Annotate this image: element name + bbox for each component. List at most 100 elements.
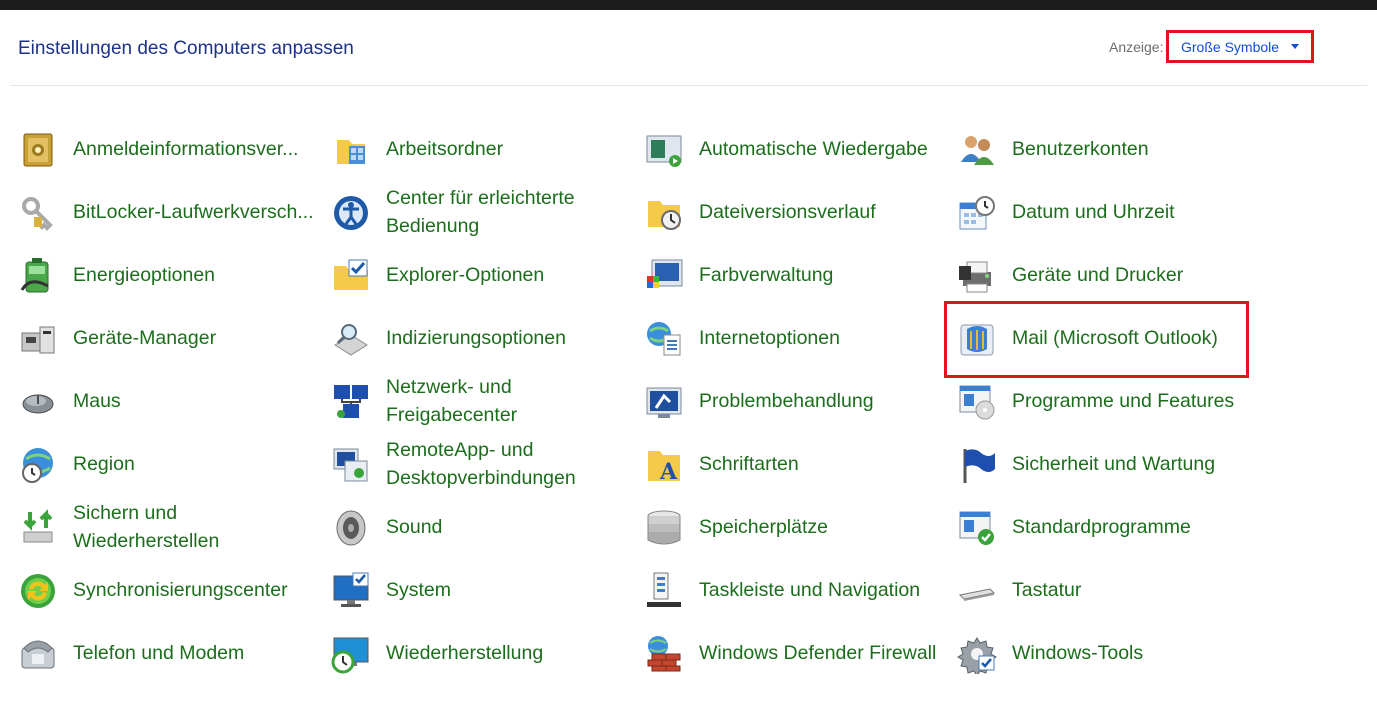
firewall-icon[interactable] (644, 634, 684, 674)
view-dropdown-value[interactable]: Große Symbole (1181, 39, 1279, 55)
color-management-icon[interactable] (644, 256, 684, 296)
battery-icon[interactable] (18, 256, 58, 296)
troubleshoot-icon[interactable] (644, 382, 684, 422)
control-panel-item-label[interactable]: Programme und Features (1012, 369, 1262, 432)
item-label-text[interactable]: Taskleiste und Navigation (699, 576, 920, 604)
control-panel-item[interactable]: Internetoptionen (644, 306, 949, 369)
control-panel-item-label[interactable]: Geräte und Drucker (1012, 243, 1262, 306)
control-panel-item-label[interactable]: Datum und Uhrzeit (1012, 180, 1262, 243)
work-folder-icon[interactable] (331, 130, 371, 170)
item-label-text[interactable]: Telefon und Modem (73, 639, 244, 667)
item-label-text[interactable]: Netzwerk- und Freigabecenter (386, 373, 636, 429)
default-programs-icon[interactable] (957, 508, 997, 548)
keyboard-icon[interactable] (957, 571, 997, 611)
control-panel-item-label[interactable]: System (386, 558, 636, 621)
chevron-down-icon[interactable] (1291, 44, 1299, 49)
item-label-text[interactable]: Automatische Wiedergabe (699, 135, 928, 163)
control-panel-item[interactable]: Indizierungsoptionen (331, 306, 636, 369)
control-panel-item-label[interactable]: Sicherheit und Wartung (1012, 432, 1262, 495)
item-label-text[interactable]: Schriftarten (699, 450, 799, 478)
printer-icon[interactable] (957, 256, 997, 296)
file-history-icon[interactable] (644, 193, 684, 233)
control-panel-item[interactable]: Center für erleichterte Bedienung (331, 180, 636, 243)
control-panel-item[interactable]: A Schriftarten (644, 432, 949, 495)
item-label-text[interactable]: Region (73, 450, 135, 478)
flag-icon[interactable] (957, 445, 997, 485)
users-icon[interactable] (957, 130, 997, 170)
device-manager-icon[interactable] (18, 319, 58, 359)
control-panel-item[interactable]: Windows-Tools (957, 621, 1262, 684)
ease-of-access-icon[interactable] (331, 193, 371, 233)
sync-icon[interactable] (18, 571, 58, 611)
control-panel-item[interactable]: Speicherplätze (644, 495, 949, 558)
control-panel-item-label[interactable]: Standardprogramme (1012, 495, 1262, 558)
control-panel-item-label[interactable]: Windows-Tools (1012, 621, 1262, 684)
item-label-text[interactable]: Anmeldeinformationsver... (73, 135, 298, 163)
globe-clock-icon[interactable] (18, 445, 58, 485)
control-panel-item[interactable]: BitLocker-Laufwerkversch... (18, 180, 323, 243)
item-label-text[interactable]: Wiederherstellung (386, 639, 543, 667)
control-panel-item-label[interactable]: Geräte-Manager (73, 306, 323, 369)
control-panel-item-label[interactable]: Explorer-Optionen (386, 243, 636, 306)
view-dropdown[interactable]: Große Symbole (1166, 30, 1314, 63)
control-panel-item-label[interactable]: Region (73, 432, 323, 495)
control-panel-item-label[interactable]: RemoteApp- und Desktopverbindungen (386, 432, 636, 495)
programs-icon[interactable] (957, 382, 997, 422)
control-panel-item-label[interactable]: Benutzerkonten (1012, 117, 1262, 180)
item-label-text[interactable]: Benutzerkonten (1012, 135, 1149, 163)
safe-icon[interactable] (18, 130, 58, 170)
control-panel-item-label[interactable]: Automatische Wiedergabe (699, 117, 949, 180)
control-panel-item[interactable]: Geräte und Drucker (957, 243, 1262, 306)
speaker-icon[interactable] (331, 508, 371, 548)
control-panel-item[interactable]: Taskleiste und Navigation (644, 558, 949, 621)
control-panel-item-label[interactable]: Sound (386, 495, 636, 558)
item-label-text[interactable]: Internetoptionen (699, 324, 840, 352)
control-panel-item[interactable]: Sicherheit und Wartung (957, 432, 1262, 495)
control-panel-item[interactable]: Windows Defender Firewall (644, 621, 949, 684)
item-label-text[interactable]: Indizierungsoptionen (386, 324, 566, 352)
item-label-text[interactable]: Maus (73, 387, 121, 415)
item-label-text[interactable]: BitLocker-Laufwerkversch... (73, 198, 314, 226)
control-panel-item[interactable]: Arbeitsordner (331, 117, 636, 180)
control-panel-item[interactable]: Maus (18, 369, 323, 432)
item-label-text[interactable]: Sicherheit und Wartung (1012, 450, 1215, 478)
mail-icon[interactable] (957, 319, 997, 359)
control-panel-item[interactable]: Wiederherstellung (331, 621, 636, 684)
control-panel-item-label[interactable]: Netzwerk- und Freigabecenter (386, 369, 636, 432)
control-panel-item[interactable]: Anmeldeinformationsver... (18, 117, 323, 180)
item-label-text[interactable]: Center für erleichterte Bedienung (386, 184, 636, 240)
indexing-icon[interactable] (331, 319, 371, 359)
item-label-text[interactable]: RemoteApp- und Desktopverbindungen (386, 436, 636, 492)
item-label-text[interactable]: System (386, 576, 451, 604)
control-panel-item[interactable]: Programme und Features (957, 369, 1262, 432)
item-label-text[interactable]: Windows-Tools (1012, 639, 1143, 667)
control-panel-item[interactable]: Sichern und Wiederherstellen (18, 495, 323, 558)
item-label-text[interactable]: Arbeitsordner (386, 135, 503, 163)
control-panel-item-label[interactable]: Indizierungsoptionen (386, 306, 636, 369)
item-label-text[interactable]: Datum und Uhrzeit (1012, 198, 1175, 226)
control-panel-item[interactable]: Automatische Wiedergabe (644, 117, 949, 180)
recovery-icon[interactable] (331, 634, 371, 674)
control-panel-item-label[interactable]: Speicherplätze (699, 495, 949, 558)
control-panel-item-label[interactable]: Sichern und Wiederherstellen (73, 495, 323, 558)
item-label-text[interactable]: Energieoptionen (73, 261, 215, 289)
network-icon[interactable] (331, 382, 371, 422)
calendar-clock-icon[interactable] (957, 193, 997, 233)
item-label-text[interactable]: Geräte-Manager (73, 324, 216, 352)
control-panel-item[interactable]: Datum und Uhrzeit (957, 180, 1262, 243)
item-label-text[interactable]: Programme und Features (1012, 387, 1234, 415)
control-panel-item-label[interactable]: Arbeitsordner (386, 117, 636, 180)
control-panel-item-label[interactable]: Wiederherstellung (386, 621, 636, 684)
control-panel-item[interactable]: Farbverwaltung (644, 243, 949, 306)
control-panel-item-label[interactable]: Energieoptionen (73, 243, 323, 306)
control-panel-item-label[interactable]: Synchronisierungscenter (73, 558, 323, 621)
globe-document-icon[interactable] (644, 319, 684, 359)
control-panel-item[interactable]: Synchronisierungscenter (18, 558, 323, 621)
control-panel-item-label[interactable]: Windows Defender Firewall (699, 621, 949, 684)
control-panel-item-label[interactable]: Dateiversionsverlauf (699, 180, 949, 243)
control-panel-item-label[interactable]: Internetoptionen (699, 306, 949, 369)
control-panel-item-label[interactable]: Farbverwaltung (699, 243, 949, 306)
backup-icon[interactable] (18, 508, 58, 548)
monitor-check-icon[interactable] (331, 571, 371, 611)
control-panel-item[interactable]: Standardprogramme (957, 495, 1262, 558)
